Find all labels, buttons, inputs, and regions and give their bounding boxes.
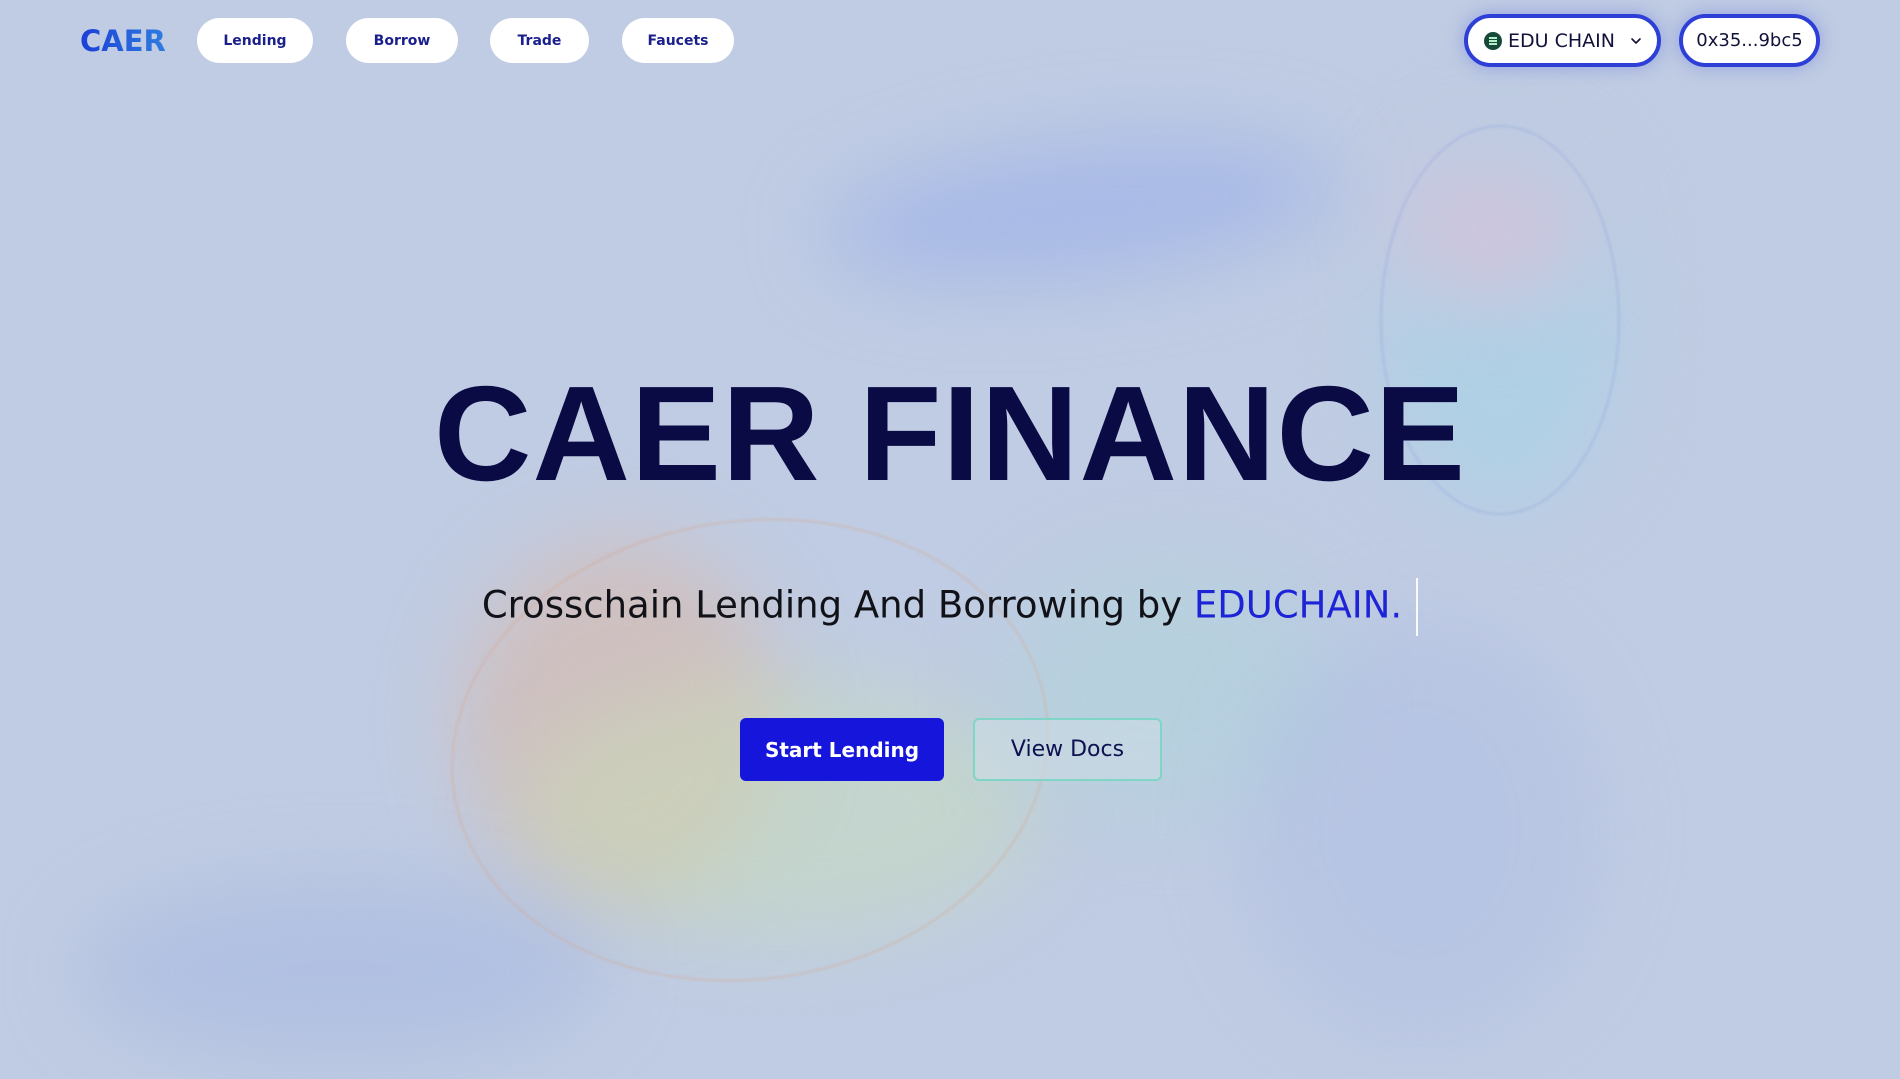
typing-caret	[1416, 578, 1419, 636]
nav-link-faucets[interactable]: Faucets	[622, 18, 734, 63]
smoke-blob	[1390, 150, 1590, 310]
nav-link-lending[interactable]: Lending	[197, 18, 313, 63]
smoke-blob	[80, 880, 600, 1060]
smoke-blob	[814, 113, 1346, 307]
background-smoke	[0, 0, 1900, 1079]
smoke-blob	[1240, 620, 1600, 1040]
chevron-down-icon	[1631, 37, 1641, 44]
chain-selector-label: EDU CHAIN	[1508, 29, 1615, 52]
hero-subtitle-accent: EDUCHAIN.	[1193, 583, 1403, 627]
wallet-address-button[interactable]: 0x35...9bc5	[1679, 14, 1820, 67]
nav-link-borrow[interactable]: Borrow	[346, 18, 458, 63]
nav-link-trade[interactable]: Trade	[490, 18, 589, 63]
brand-logo[interactable]: CAER	[80, 24, 166, 58]
edu-chain-icon	[1484, 31, 1502, 50]
top-navbar: CAER Lending Borrow Trade Faucets EDU CH…	[0, 0, 1900, 80]
hero-subtitle-prefix: Crosschain Lending And Borrowing by	[481, 583, 1194, 627]
chain-selector-button[interactable]: EDU CHAIN	[1464, 14, 1661, 67]
start-lending-button[interactable]: Start Lending	[740, 718, 944, 781]
hero-title: CAER FINANCE	[433, 358, 1466, 509]
view-docs-button[interactable]: View Docs	[973, 718, 1162, 781]
hero-subtitle: Crosschain Lending And Borrowing by EDUC…	[0, 578, 1900, 636]
